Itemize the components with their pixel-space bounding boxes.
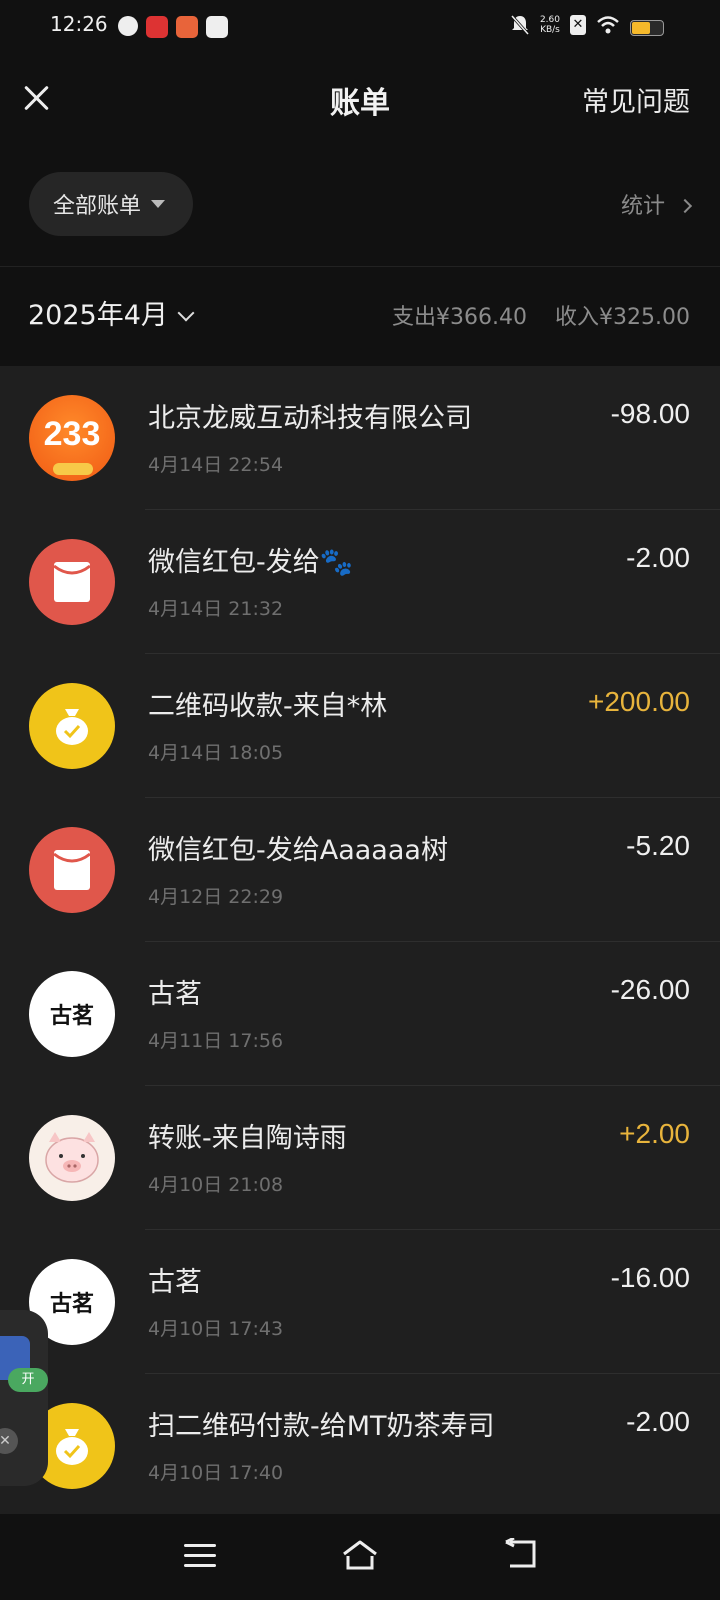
transaction-list: 233 北京龙威互动科技有限公司 4月14日 22:54 -98.00 微信红包… (0, 366, 720, 1514)
floating-badge: 开 (8, 1368, 48, 1392)
battery-icon (630, 20, 664, 36)
transaction-row[interactable]: 古茗 古茗 4月11日 17:56 -26.00 (0, 942, 720, 1086)
transaction-amount: -5.20 (626, 830, 690, 861)
money-bag-icon (29, 683, 115, 769)
transaction-row[interactable]: 古茗 古茗 4月10日 17:43 -16.00 (0, 1230, 720, 1374)
transaction-time: 4月14日 18:05 (148, 742, 284, 764)
chevron-right-icon (677, 198, 693, 214)
back-icon[interactable] (504, 1538, 538, 1570)
app-233-icon: 233 (29, 395, 115, 481)
red-packet-icon (29, 539, 115, 625)
transaction-row[interactable]: 233 北京龙威互动科技有限公司 4月14日 22:54 -98.00 (0, 366, 720, 510)
message-icon (206, 16, 228, 38)
expense-total: 支出¥366.40 (392, 305, 528, 330)
status-bar: 12:26 2.60 KB/s ✕ (0, 0, 720, 56)
close-icon[interactable]: ✕ (0, 1428, 18, 1454)
red-packet-icon (29, 827, 115, 913)
top-navigation: 账单 常见问题 (0, 56, 720, 146)
notification-icons (118, 16, 228, 38)
app-233-label: 233 (43, 414, 101, 453)
sim-x-icon: ✕ (570, 15, 586, 35)
transaction-time: 4月10日 17:40 (148, 1462, 284, 1484)
transaction-row[interactable]: 二维码收款-来自*林 4月14日 18:05 +200.00 (0, 654, 720, 798)
pig-avatar-icon (45, 1132, 99, 1183)
bill-type-filter[interactable]: 全部账单 (29, 172, 193, 236)
transaction-amount: -26.00 (610, 974, 690, 1005)
app-notification-icon (146, 16, 168, 38)
income-total: 收入¥325.00 (555, 305, 690, 330)
transaction-time: 4月14日 21:32 (148, 598, 284, 620)
net-speed: 2.60 KB/s (540, 15, 560, 35)
money-bag-icon (56, 709, 88, 745)
mute-bell-icon (510, 15, 530, 35)
transaction-amount: -2.00 (626, 1406, 690, 1437)
transaction-time: 4月14日 22:54 (148, 454, 284, 476)
filter-row: 全部账单 统计 (0, 146, 720, 264)
system-icons: 2.60 KB/s ✕ (510, 14, 620, 36)
chat-bubble-icon (118, 16, 138, 36)
transaction-title: 转账-来自陶诗雨 (148, 1123, 347, 1154)
month-label: 2025年4月 (28, 300, 168, 331)
stats-link[interactable]: 统计 (620, 188, 693, 220)
transaction-time: 4月10日 21:08 (148, 1174, 284, 1196)
coins-decoration (53, 463, 93, 475)
transaction-time: 4月12日 22:29 (148, 886, 284, 908)
month-summary-bar: 2025年4月 支出¥366.40 收入¥325.00 (0, 266, 720, 362)
transaction-title: 古茗 (148, 979, 202, 1010)
transaction-time: 4月10日 17:43 (148, 1318, 284, 1340)
stats-label: 统计 (620, 194, 665, 219)
dropdown-triangle-icon (151, 200, 166, 208)
transaction-row[interactable]: 微信红包-发给🐾 4月14日 21:32 -2.00 (0, 510, 720, 654)
month-totals: 支出¥366.40 收入¥325.00 (392, 299, 690, 331)
filter-label: 全部账单 (53, 194, 142, 219)
transaction-amount: -98.00 (610, 398, 690, 429)
transaction-title: 北京龙威互动科技有限公司 (148, 403, 472, 434)
system-navigation-bar (0, 1514, 720, 1600)
transaction-title: 微信红包-发给🐾 (148, 547, 354, 578)
floating-widget[interactable]: 开 ✕ (0, 1310, 48, 1486)
transaction-row[interactable]: 扫二维码付款-给MT奶茶寿司 4月10日 17:40 -2.00 (0, 1374, 720, 1514)
guming-logo-text: 古茗 (49, 1292, 94, 1317)
month-selector[interactable]: 2025年4月 (28, 293, 195, 332)
transaction-amount: -16.00 (610, 1262, 690, 1293)
transaction-amount: -2.00 (626, 542, 690, 573)
shopping-app-icon (176, 16, 198, 38)
net-speed-value: 2.60 (539, 15, 560, 25)
transaction-row[interactable]: 微信红包-发给Aaaaaa树 4月12日 22:29 -5.20 (0, 798, 720, 942)
red-packet-icon (53, 850, 91, 890)
net-speed-unit: KB/s (540, 25, 560, 35)
menu-icon[interactable] (184, 1544, 216, 1568)
pig-avatar-icon (29, 1115, 115, 1201)
transaction-title: 二维码收款-来自*林 (148, 691, 388, 722)
faq-link[interactable]: 常见问题 (582, 80, 690, 119)
transaction-title: 微信红包-发给Aaaaaa树 (148, 835, 448, 866)
guming-logo-icon: 古茗 (29, 971, 115, 1057)
transaction-amount: +2.00 (619, 1118, 690, 1149)
money-bag-icon (56, 1429, 88, 1465)
status-time: 12:26 (50, 12, 108, 36)
transaction-title: 扫二维码付款-给MT奶茶寿司 (148, 1411, 495, 1442)
transaction-amount: +200.00 (588, 686, 690, 717)
transaction-row[interactable]: 转账-来自陶诗雨 4月10日 21:08 +2.00 (0, 1086, 720, 1230)
chevron-down-icon (177, 304, 195, 322)
guming-logo-text: 古茗 (49, 1004, 94, 1029)
wifi-icon (597, 16, 619, 34)
transaction-time: 4月11日 17:56 (148, 1030, 284, 1052)
red-packet-icon (53, 562, 91, 602)
home-icon[interactable] (340, 1538, 380, 1572)
transaction-title: 古茗 (148, 1267, 202, 1298)
